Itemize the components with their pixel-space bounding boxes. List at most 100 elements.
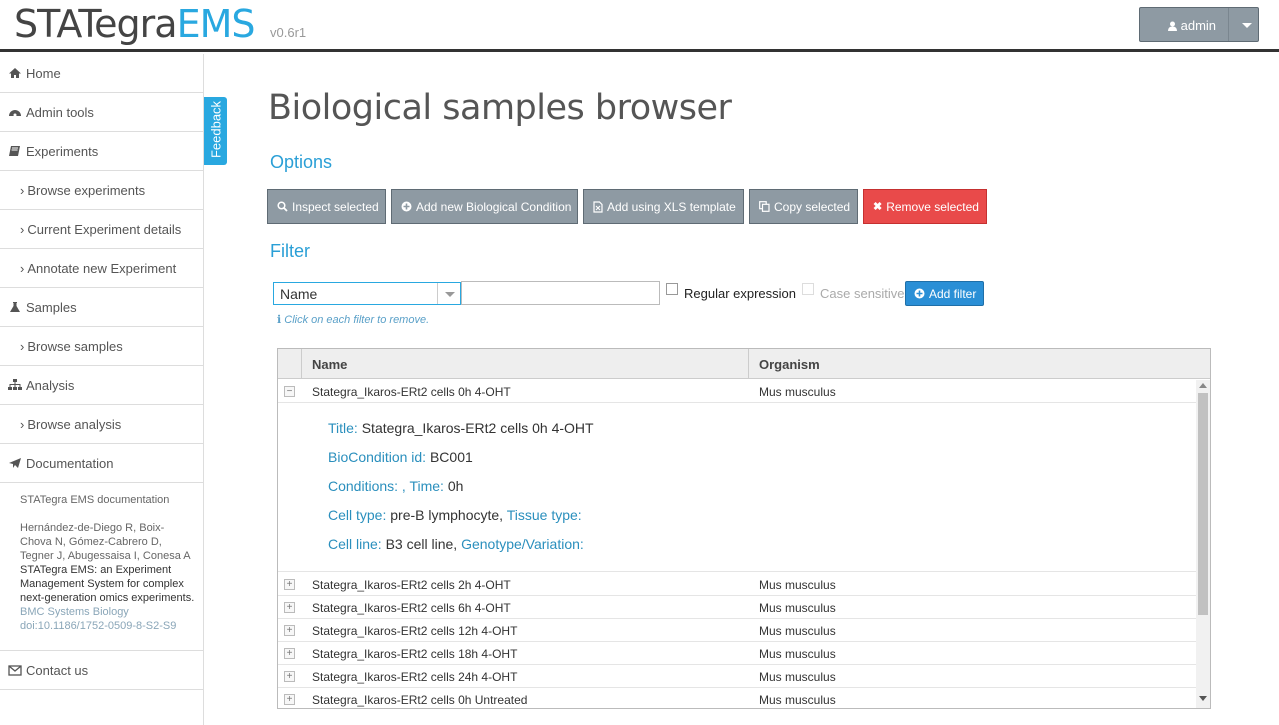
chevron-right-icon: › <box>20 416 25 432</box>
filter-heading: Filter <box>270 241 310 261</box>
row-name: Stategra_Ikaros-ERt2 cells 2h 4-OHT <box>312 578 511 592</box>
caret-down-icon[interactable] <box>1242 23 1252 28</box>
row-organism: Mus musculus <box>759 624 836 638</box>
detail-key: Tissue type: <box>506 507 582 523</box>
citation: Hernández-de-Diego R, Boix-Chova N, Góme… <box>0 507 203 633</box>
logo-main: STATegra <box>14 2 178 46</box>
add-filter-button[interactable]: Add filter <box>905 281 984 306</box>
copy-selected-label: Copy selected <box>774 199 851 214</box>
detail-value: BC001 <box>429 449 473 465</box>
column-header-name[interactable]: Name <box>312 357 347 372</box>
add-filter-label: Add filter <box>929 286 977 301</box>
scrollbar-thumb[interactable] <box>1198 393 1208 615</box>
sidebar-item-label: Contact us <box>26 662 89 678</box>
sidebar-item-analysis[interactable]: Analysis <box>0 366 203 405</box>
citation-authors: Hernández-de-Diego R, Boix-Chova N, Góme… <box>20 522 191 562</box>
sidebar-item-label: Samples <box>26 299 77 315</box>
feedback-tab[interactable]: Feedback <box>204 97 227 165</box>
row-name: Stategra_Ikaros-ERt2 cells 0h Untreated <box>312 693 528 707</box>
book-icon <box>9 146 20 156</box>
row-name: Stategra_Ikaros-ERt2 cells 24h 4-OHT <box>312 670 518 684</box>
sidebar-item-documentation[interactable]: Documentation <box>0 444 203 483</box>
detail-key: Conditions: , Time: <box>328 478 444 494</box>
detail-cell-line: Cell line: B3 cell line, Genotype/Variat… <box>328 536 584 552</box>
row-organism: Mus musculus <box>759 670 836 684</box>
expand-icon[interactable]: + <box>284 579 295 590</box>
detail-cell-type: Cell type: pre-B lymphocyte, Tissue type… <box>328 507 582 523</box>
copy-selected-button[interactable]: Copy selected <box>749 189 858 224</box>
collapse-icon[interactable]: − <box>284 386 295 397</box>
sidebar-item-label: Browse experiments <box>27 182 146 198</box>
sidebar-item-label: Browse samples <box>27 338 123 354</box>
sidebar-item-contact[interactable]: Contact us <box>0 651 203 690</box>
grid-header: Name Organism <box>278 349 1210 379</box>
detail-biocondition: BioCondition id: BC001 <box>328 449 473 465</box>
close-icon: ✖ <box>873 201 883 213</box>
sidebar-item-label: Home <box>26 65 61 81</box>
top-bar: STATegraEMS v0.6r1 admin <box>0 0 1279 52</box>
detail-key: Genotype/Variation: <box>461 536 584 552</box>
user-icon <box>1168 21 1177 31</box>
sidebar-item-label: Browse analysis <box>27 416 122 432</box>
sidebar-item-label: Experiments <box>26 143 99 159</box>
filter-value-input[interactable] <box>461 281 660 305</box>
expand-icon[interactable]: + <box>284 671 295 682</box>
add-biological-condition-label: Add new Biological Condition <box>416 199 572 214</box>
sidebar-item-home[interactable]: Home <box>0 54 203 93</box>
sidebar-item-label: Analysis <box>26 377 75 393</box>
sidebar-item-current-experiment[interactable]: › Current Experiment details <box>0 210 203 249</box>
detail-value: 0h <box>447 478 464 494</box>
table-row[interactable]: + Stategra_Ikaros-ERt2 cells 6h 4-OHT Mu… <box>278 596 1196 619</box>
add-biological-condition-button[interactable]: Add new Biological Condition <box>391 189 578 224</box>
sidebar-item-label: Documentation <box>26 455 114 471</box>
inspect-selected-label: Inspect selected <box>292 199 379 214</box>
regex-checkbox[interactable] <box>666 283 678 295</box>
sidebar-item-samples[interactable]: Samples <box>0 288 203 327</box>
sidebar-item-browse-analysis[interactable]: › Browse analysis <box>0 405 203 444</box>
column-header-organism[interactable]: Organism <box>759 357 820 372</box>
remove-selected-button[interactable]: ✖ Remove selected <box>863 189 987 224</box>
search-icon <box>277 201 288 212</box>
sidebar-item-annotate-experiment[interactable]: › Annotate new Experiment <box>0 249 203 288</box>
filter-hint-text: Click on each filter to remove. <box>284 314 430 326</box>
detail-value: pre-B lymphocyte, <box>390 507 504 523</box>
home-icon <box>9 68 21 78</box>
expand-icon[interactable]: + <box>284 648 295 659</box>
column-divider[interactable] <box>748 349 749 378</box>
grid-scrollbar[interactable] <box>1196 380 1210 708</box>
scroll-up-icon[interactable] <box>1199 383 1207 388</box>
add-xls-template-button[interactable]: Add using XLS template <box>583 189 744 224</box>
logo-accent: EMS <box>176 2 256 46</box>
app-logo[interactable]: STATegraEMS <box>14 2 256 46</box>
expand-icon[interactable]: + <box>284 602 295 613</box>
sidebar-item-browse-experiments[interactable]: › Browse experiments <box>0 171 203 210</box>
row-organism: Mus musculus <box>759 385 836 399</box>
inspect-selected-button[interactable]: Inspect selected <box>267 189 386 224</box>
chevron-down-icon[interactable] <box>445 292 455 297</box>
table-row[interactable]: + Stategra_Ikaros-ERt2 cells 12h 4-OHT M… <box>278 619 1196 642</box>
flask-icon <box>10 302 20 312</box>
chevron-right-icon: › <box>20 221 25 237</box>
expand-icon[interactable]: + <box>284 625 295 636</box>
expand-icon[interactable]: + <box>284 694 295 705</box>
filter-field-select[interactable]: Name <box>273 282 461 305</box>
file-excel-icon <box>593 200 603 213</box>
detail-title: Title: Stategra_Ikaros-ERt2 cells 0h 4-O… <box>328 420 594 436</box>
plus-circle-icon <box>914 288 925 299</box>
sidebar-item-experiments[interactable]: Experiments <box>0 132 203 171</box>
doc-link[interactable]: STATegra EMS documentation <box>0 483 203 507</box>
sidebar-item-browse-samples[interactable]: › Browse samples <box>0 327 203 366</box>
page-title: Biological samples browser <box>268 88 732 128</box>
table-row[interactable]: − Stategra_Ikaros-ERt2 cells 0h 4-OHT Mu… <box>278 380 1196 403</box>
table-row[interactable]: + Stategra_Ikaros-ERt2 cells 18h 4-OHT M… <box>278 642 1196 665</box>
sidebar-item-admin-tools[interactable]: Admin tools <box>0 93 203 132</box>
row-organism: Mus musculus <box>759 693 836 707</box>
table-row[interactable]: + Stategra_Ikaros-ERt2 cells 24h 4-OHT M… <box>278 665 1196 688</box>
user-menu-button[interactable]: admin <box>1139 7 1259 42</box>
scroll-down-icon[interactable] <box>1199 696 1207 701</box>
citation-title: STATegra EMS: an Experiment Management S… <box>20 564 195 604</box>
table-row[interactable]: + Stategra_Ikaros-ERt2 cells 0h Untreate… <box>278 688 1196 708</box>
table-row[interactable]: + Stategra_Ikaros-ERt2 cells 2h 4-OHT Mu… <box>278 573 1196 596</box>
citation-journal[interactable]: BMC Systems Biology doi:10.1186/1752-050… <box>20 606 176 632</box>
chevron-right-icon: › <box>20 260 25 276</box>
